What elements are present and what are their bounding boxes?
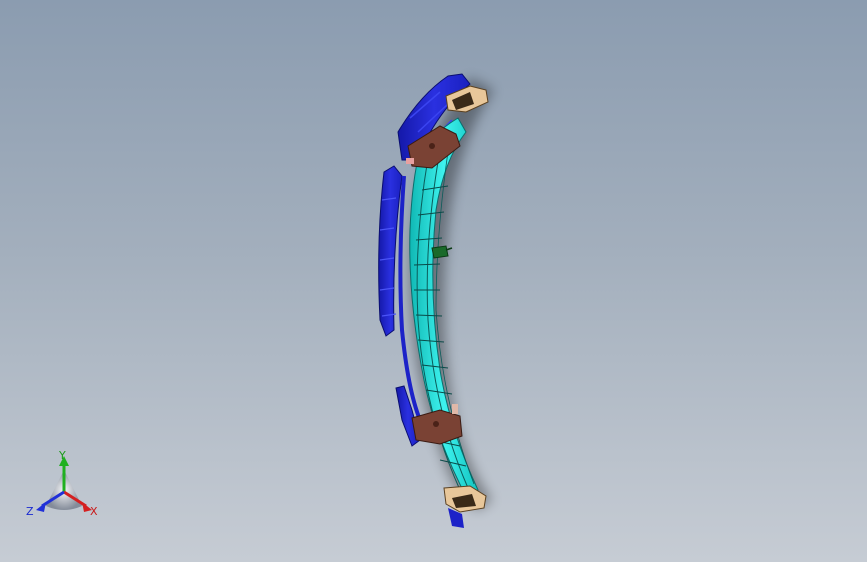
z-axis-arrow — [36, 502, 46, 512]
blue-cover-middle[interactable] — [378, 165, 403, 337]
graphics-viewport[interactable]: Y X Z — [0, 0, 867, 562]
y-axis-label: Y — [59, 449, 66, 462]
bracket-lower-pin — [452, 404, 458, 414]
curved-rail-model[interactable] — [0, 0, 867, 562]
axis-triad[interactable]: Y X Z — [22, 448, 106, 522]
bracket-upper-bolt — [429, 143, 435, 149]
z-axis-label: Z — [26, 505, 34, 518]
cable-connector[interactable] — [431, 245, 449, 259]
bracket-lower-bolt — [433, 421, 439, 427]
x-axis-label: X — [90, 505, 98, 518]
pink-detail — [406, 158, 414, 164]
